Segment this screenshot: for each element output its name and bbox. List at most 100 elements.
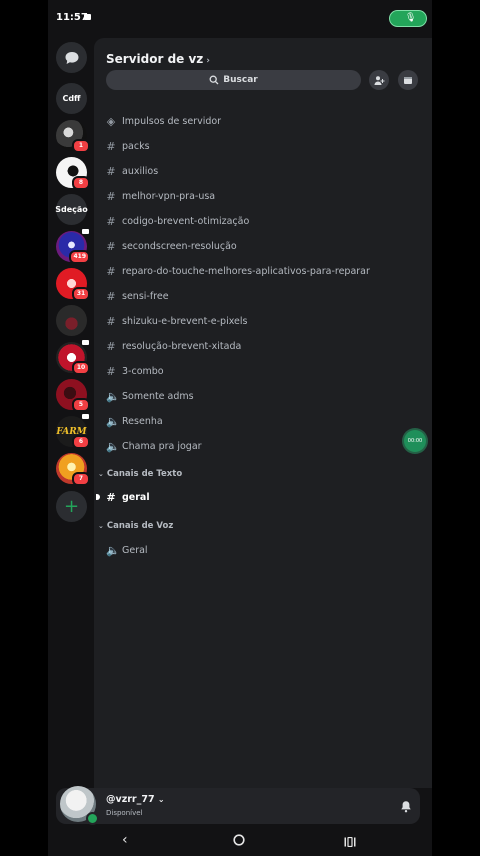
server-icon[interactable]: 31 [56,268,90,301]
floating-timer-bubble[interactable]: 00:00 [404,430,426,452]
channel-item[interactable]: #3-combo [106,362,163,380]
user-status: Disponível [106,809,143,817]
user-panel[interactable]: @vzrr_77 ⌄ Disponível [56,786,420,825]
unread-badge: 6 [72,435,90,449]
speaker-icon: 🔈 [106,414,120,428]
activity-indicator [82,414,89,419]
channel-item-geral[interactable]: # geral [106,488,150,506]
server-icon[interactable]: 419 [56,229,90,264]
voice-locked-icon: 🔈 [106,389,120,403]
hash-icon: # [106,239,116,253]
chevron-down-icon: ⌄ [98,470,104,478]
channel-boosts[interactable]: ◈ Impulsos de servidor [106,112,221,130]
channel-item[interactable]: # sensi-free [106,287,169,305]
hash-icon: # [106,339,116,353]
voice-channel-item[interactable]: 🔈 Somente adms [106,387,194,405]
hash-icon: # [106,189,116,203]
add-server-button[interactable]: + [56,491,87,522]
server-icon[interactable]: 8 [56,157,90,190]
home-circle-icon [233,834,245,846]
channel-name: geral [122,491,150,503]
voice-channel-item-geral[interactable]: 🔈 Geral [106,541,148,559]
chevron-down-icon: ⌄ [157,795,165,804]
calendar-icon [404,77,412,84]
hash-icon: # [106,314,116,328]
bell-icon [401,801,411,813]
search-icon [209,75,219,85]
channel-name: secondscreen-resolução [122,240,237,252]
server-icon[interactable]: FARM 6 [56,414,90,449]
server-icon[interactable]: Sdeção [55,194,88,225]
mic-icon: 🎙 [405,13,417,23]
username-text: @vzrr_77 [106,794,155,805]
hash-icon: # [106,364,116,378]
channel-item[interactable]: # shizuku-e-brevent-e-pixels [106,312,247,330]
channel-name: Geral [122,544,148,556]
invite-members-button[interactable] [369,70,389,90]
channel-name: codigo-brevent-otimização [122,215,250,227]
server-icon[interactable]: 5 [56,379,90,412]
channel-name: melhor-vpn-pra-usa [122,190,216,202]
channel-item[interactable]: # secondscreen-resolução [106,237,237,255]
timer-text: 00:00 [407,438,423,444]
recents-icon [344,836,356,848]
channel-item[interactable]: # reparo-do-touche-melhores-aplicativos-p… [106,262,370,280]
server-icon[interactable]: 7 [56,453,90,486]
channel-name: reparo-do-touche-melhores-aplicativos-pa… [122,265,370,277]
boost-icon: ◈ [106,114,116,128]
hash-icon: # [106,264,116,278]
category-voice-channels[interactable]: ⌄ Canais de Voz [98,521,173,531]
server-icon[interactable]: 1 [56,120,90,153]
channel-name: Impulsos de servidor [122,115,222,127]
hash-icon: # [106,490,116,504]
server-icon[interactable]: Cdff [56,83,87,114]
channel-name: auxilios [122,165,159,177]
unread-badge: 8 [72,176,90,190]
category-title: Canais de Texto [106,469,183,479]
notifications-button[interactable] [400,798,412,817]
channel-item[interactable]: # resolução-brevent-xitada [106,337,241,355]
speaker-icon: 🔈 [106,439,120,453]
server-label: Sdeção [55,205,88,214]
voice-channel-item[interactable]: 🔈 Chama pra jogar [106,437,202,455]
voice-channel-item[interactable]: 🔈 Resenha [106,412,163,430]
unread-badge: 7 [72,472,90,486]
channel-name: Somente adms [122,390,194,402]
username[interactable]: @vzrr_77 ⌄ [106,794,165,805]
channel-panel: Servidor de vz › Buscar ◈ Impulsos de serv… [94,38,432,788]
server-icon[interactable] [56,305,87,336]
channel-item[interactable]: # packs [106,137,150,155]
mic-active-indicator[interactable]: 🎙 [390,11,426,26]
plus-icon: + [63,495,80,517]
system-nav-bar: ‹ [48,824,432,856]
hash-icon: # [106,214,116,228]
category-title: Canais de Voz [106,521,174,531]
events-button[interactable] [398,70,418,90]
search-button[interactable]: Buscar [106,70,361,90]
search-label: Buscar [223,75,258,85]
server-name-header[interactable]: Servidor de vz › [106,52,210,66]
server-label: Cdff [62,94,81,103]
chevron-down-icon: ⌄ [98,522,104,530]
add-member-icon [374,75,384,85]
channel-name: sensi-free [122,290,169,302]
channel-item[interactable]: # melhor-vpn-pra-usa [106,187,215,205]
home-button[interactable] [233,834,245,850]
direct-messages-button[interactable] [56,42,87,73]
recents-button[interactable] [344,835,356,851]
screen-record-icon [84,14,91,20]
hash-icon: # [106,164,116,178]
channel-name: Resenha [122,415,163,427]
activity-indicator [82,229,89,234]
unread-badge: 5 [72,398,90,412]
back-button[interactable]: ‹ [122,832,128,848]
unread-badge: 31 [72,287,90,301]
category-text-channels[interactable]: ⌄ Canais de Texto [98,469,182,479]
channel-name: packs [122,140,150,152]
speaker-icon: 🔈 [106,543,120,557]
server-icon[interactable]: 10 [56,340,90,375]
channel-item[interactable]: # auxilios [106,162,158,180]
unread-badge: 10 [72,361,90,375]
server-rail: Cdff 1 8 Sdeção 419 31 10 5 FARM 6 7 + [48,38,94,788]
channel-item[interactable]: # codigo-brevent-otimização [106,212,249,230]
